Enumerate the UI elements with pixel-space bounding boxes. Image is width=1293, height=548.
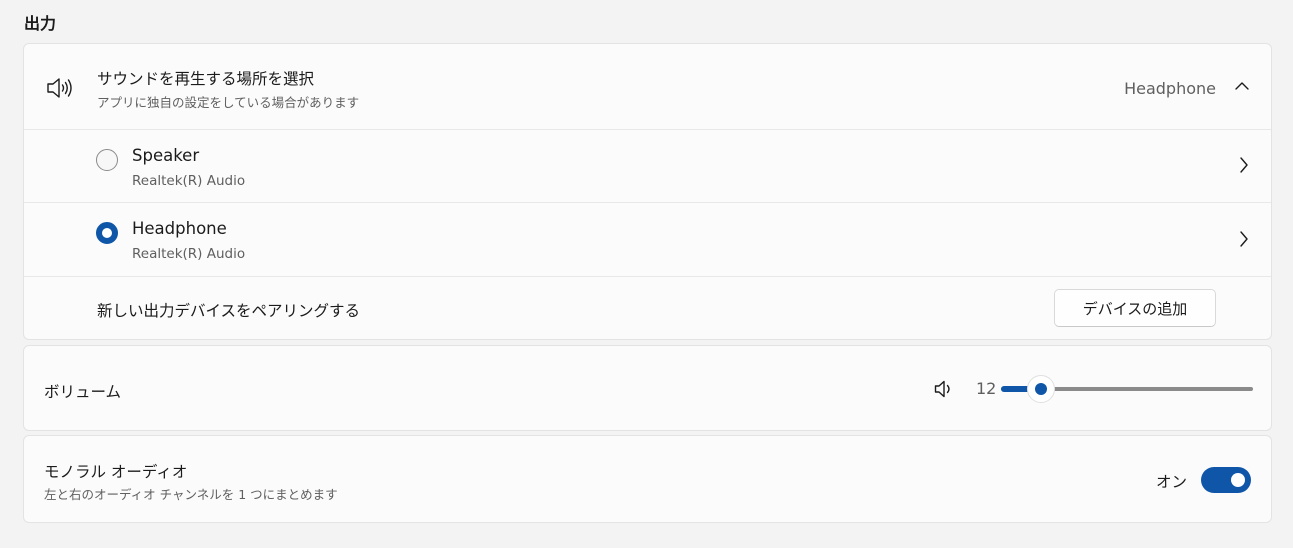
volume-icon[interactable] (934, 380, 954, 398)
mono-audio-card: モノラル オーディオ 左と右のオーディオ チャンネルを 1 つにまとめます オン (23, 435, 1272, 523)
chevron-up-icon[interactable] (1235, 80, 1249, 92)
selected-device-value: Headphone (1124, 79, 1216, 98)
volume-value: 12 (976, 379, 997, 398)
output-header[interactable]: サウンドを再生する場所を選択 アプリに独自の設定をしている場合があります Hea… (24, 44, 1271, 129)
device-description: Realtek(R) Audio (132, 173, 246, 189)
device-row-speaker[interactable]: Speaker Realtek(R) Audio (24, 130, 1271, 202)
mono-audio-toggle[interactable] (1201, 467, 1251, 493)
volume-card: ボリューム 12 (23, 345, 1272, 431)
device-description: Realtek(R) Audio (132, 246, 246, 262)
mono-audio-title: モノラル オーディオ (44, 463, 188, 481)
chevron-right-icon[interactable] (1239, 231, 1249, 247)
add-device-button[interactable]: デバイスの追加 (1054, 289, 1216, 327)
pair-device-label: 新しい出力デバイスをペアリングする (97, 302, 361, 320)
device-name: Headphone (132, 219, 227, 238)
radio-headphone[interactable] (96, 222, 118, 244)
device-row-headphone[interactable]: Headphone Realtek(R) Audio (24, 203, 1271, 276)
slider-thumb[interactable] (1027, 375, 1056, 403)
section-title: 出力 (24, 14, 57, 33)
volume-label: ボリューム (44, 383, 122, 401)
output-subtitle: アプリに独自の設定をしている場合があります (97, 95, 360, 110)
output-card: サウンドを再生する場所を選択 アプリに独自の設定をしている場合があります Hea… (23, 43, 1272, 340)
mono-audio-subtitle: 左と右のオーディオ チャンネルを 1 つにまとめます (44, 487, 338, 502)
device-name: Speaker (132, 146, 200, 165)
divider (24, 276, 1271, 277)
radio-speaker[interactable] (96, 149, 118, 171)
toggle-state-label: オン (1155, 473, 1187, 491)
speaker-icon (47, 78, 72, 98)
toggle-knob (1231, 473, 1245, 487)
output-title: サウンドを再生する場所を選択 (97, 70, 315, 88)
chevron-right-icon[interactable] (1239, 157, 1249, 173)
volume-slider[interactable] (1001, 373, 1253, 403)
